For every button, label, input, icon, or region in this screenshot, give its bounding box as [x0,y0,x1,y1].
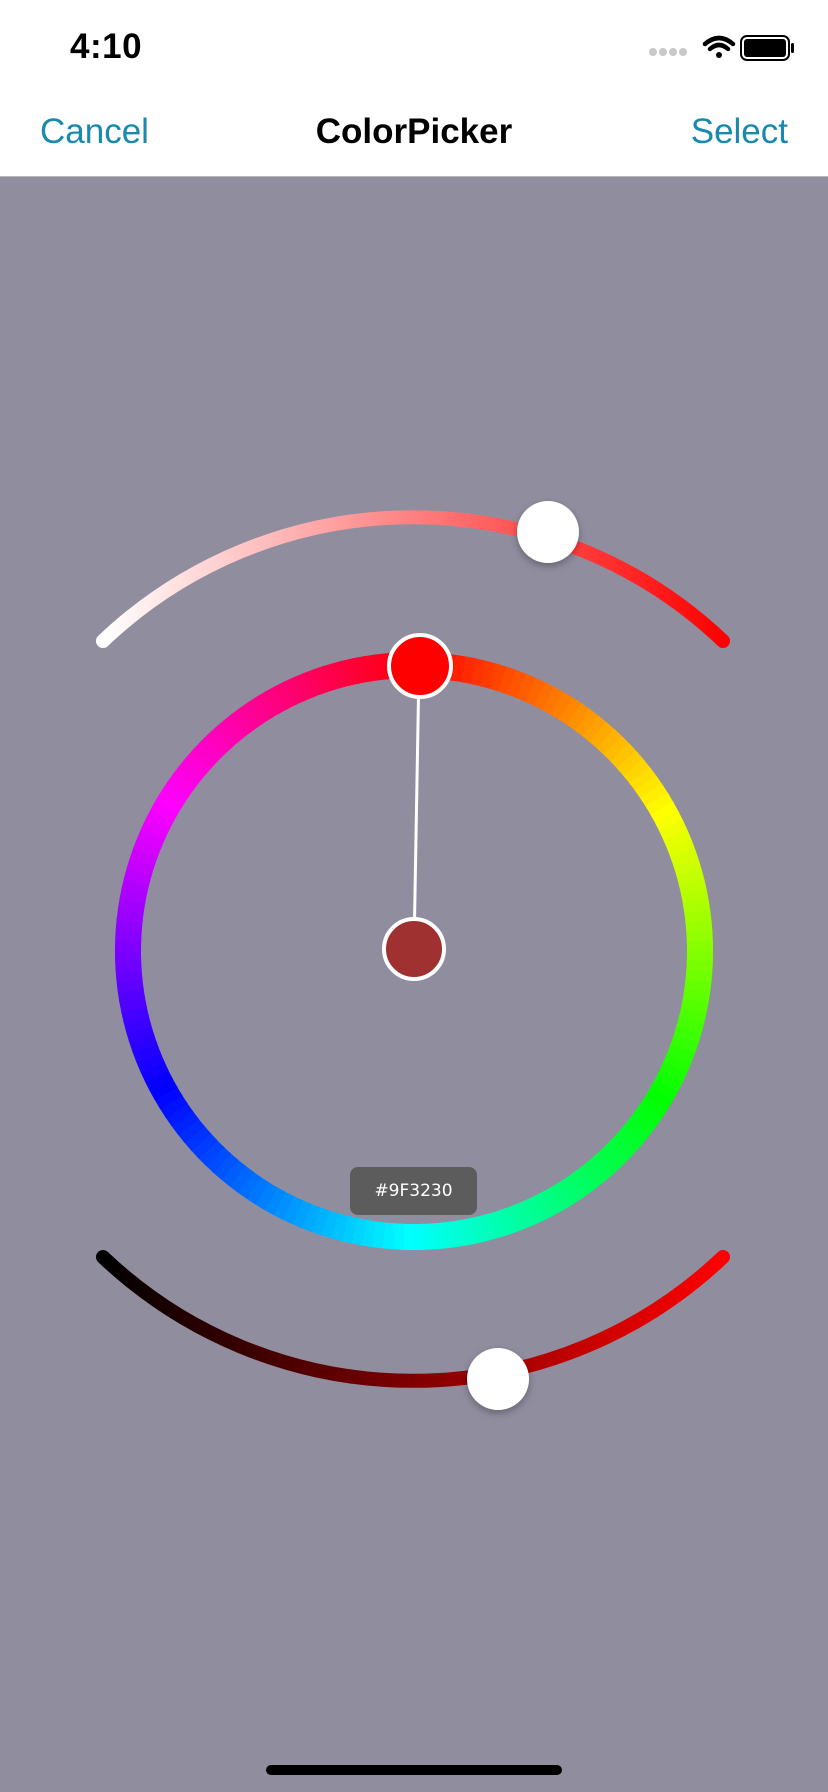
wifi-icon [702,35,736,58]
color-picker-canvas [96,501,730,1410]
signal-dots-icon [649,48,687,56]
hue-connector-line [412,666,421,951]
status-bar: 4:10 [0,0,828,96]
battery-icon [740,35,794,61]
selected-color-swatch [382,917,446,981]
brightness-slider-knob[interactable] [467,1348,529,1410]
home-indicator [266,1765,562,1775]
color-picker-area: #9F3230 [0,177,828,1792]
brightness-slider-track[interactable] [96,1250,730,1388]
saturation-slider-knob[interactable] [517,501,579,563]
hex-value-label: #9F3230 [350,1167,477,1215]
hue-selector-knob[interactable] [387,633,453,699]
status-icons [649,35,794,61]
status-time: 4:10 [70,27,143,66]
select-button[interactable]: Select [691,112,788,152]
navigation-bar: Cancel ColorPicker Select [0,96,828,177]
saturation-slider-track[interactable] [96,510,730,648]
